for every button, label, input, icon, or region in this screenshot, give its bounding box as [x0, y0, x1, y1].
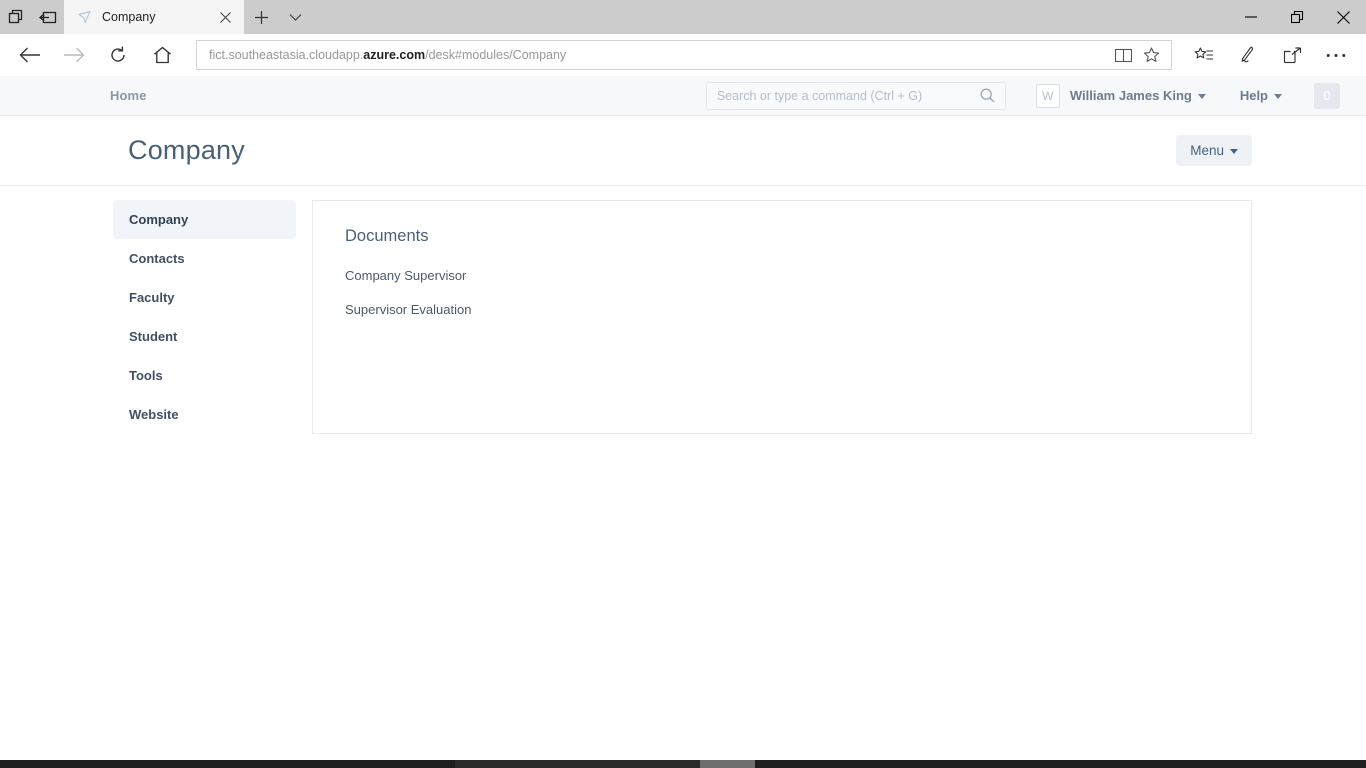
- restore-icon[interactable]: [1274, 0, 1320, 34]
- search-box[interactable]: [705, 81, 1006, 110]
- sidebar-item-label: Company: [129, 212, 189, 227]
- document-link-supervisor-evaluation[interactable]: Supervisor Evaluation: [345, 302, 1221, 317]
- sidebar-item-label: Contacts: [129, 251, 185, 266]
- user-menu[interactable]: William James King: [1070, 88, 1206, 103]
- page-title: Company: [128, 135, 245, 165]
- sidebar-item-faculty[interactable]: Faculty: [113, 278, 296, 317]
- star-icon[interactable]: [1137, 42, 1165, 68]
- avatar: W: [1035, 83, 1060, 108]
- close-icon[interactable]: [214, 6, 236, 28]
- user-name-label: William James King: [1069, 88, 1192, 103]
- tab-title: Company: [102, 10, 156, 24]
- edge-page-icon: [76, 8, 94, 26]
- notification-badge[interactable]: 0: [1314, 82, 1340, 109]
- web-application: Home W William James King Help 0 Company…: [0, 76, 1366, 760]
- taskbar-segment: [455, 760, 700, 768]
- document-link-company-supervisor[interactable]: Company Supervisor: [345, 268, 1221, 283]
- chevron-down-icon: [1274, 94, 1282, 100]
- help-label: Help: [1239, 88, 1268, 103]
- sidebar-item-company[interactable]: Company: [113, 200, 296, 239]
- sidebar-item-website[interactable]: Website: [113, 395, 296, 434]
- address-bar[interactable]: fict.southeastasia.cloudapp.azure.com/de…: [196, 40, 1172, 70]
- browser-window: Company fict.southeastasia.cloudapp.azur…: [0, 0, 1366, 768]
- sidebar: Company Contacts Faculty Student Tools W…: [113, 200, 296, 434]
- user-area: W William James King Help 0: [1035, 82, 1340, 109]
- url-text: fict.southeastasia.cloudapp.azure.com/de…: [209, 48, 567, 62]
- minimize-icon[interactable]: [1228, 0, 1274, 34]
- window-controls: [1228, 0, 1366, 34]
- documents-panel: Documents Company Supervisor Supervisor …: [312, 200, 1252, 434]
- refresh-icon[interactable]: [96, 36, 140, 74]
- nav-home-link[interactable]: Home: [110, 88, 147, 103]
- page-body: Company Contacts Faculty Student Tools W…: [0, 186, 1366, 434]
- panel-title: Documents: [345, 227, 429, 245]
- taskbar-highlight-segment: [700, 760, 755, 768]
- chevron-down-icon: [1230, 148, 1238, 154]
- sidebar-item-contacts[interactable]: Contacts: [113, 239, 296, 278]
- tab-preview-icon[interactable]: [0, 0, 32, 34]
- close-icon[interactable]: [1320, 0, 1366, 34]
- home-icon[interactable]: [140, 36, 184, 74]
- share-icon[interactable]: [1270, 36, 1314, 74]
- sidebar-item-label: Website: [129, 407, 179, 422]
- reading-view-icon[interactable]: [1109, 42, 1137, 68]
- tab-strip: Company: [0, 0, 1366, 34]
- sidebar-item-label: Tools: [129, 368, 163, 383]
- forward-arrow-icon[interactable]: [52, 36, 96, 74]
- sidebar-item-label: Student: [129, 329, 178, 344]
- page-header: Company Menu: [0, 116, 1366, 186]
- browser-tab[interactable]: Company: [64, 0, 244, 34]
- set-tabs-aside-icon[interactable]: [32, 0, 64, 34]
- taskbar: [0, 760, 1366, 768]
- menu-button-label: Menu: [1190, 143, 1224, 158]
- app-navbar: Home W William James King Help 0: [0, 76, 1366, 116]
- back-arrow-icon[interactable]: [8, 36, 52, 74]
- ellipsis-icon[interactable]: [1314, 36, 1358, 74]
- sidebar-item-student[interactable]: Student: [113, 317, 296, 356]
- favorites-list-icon[interactable]: [1182, 36, 1226, 74]
- browser-toolbar: fict.southeastasia.cloudapp.azure.com/de…: [0, 34, 1366, 76]
- sidebar-item-label: Faculty: [129, 290, 175, 305]
- sidebar-item-tools[interactable]: Tools: [113, 356, 296, 395]
- chevron-down-icon[interactable]: [278, 0, 312, 34]
- pen-icon[interactable]: [1226, 36, 1270, 74]
- search-icon[interactable]: [979, 87, 997, 105]
- search-input[interactable]: [716, 88, 979, 103]
- chevron-down-icon: [1197, 94, 1206, 100]
- help-menu[interactable]: Help: [1240, 88, 1282, 103]
- new-tab-icon[interactable]: [244, 0, 278, 34]
- edge-tools: [1182, 36, 1358, 74]
- menu-button[interactable]: Menu: [1176, 135, 1252, 166]
